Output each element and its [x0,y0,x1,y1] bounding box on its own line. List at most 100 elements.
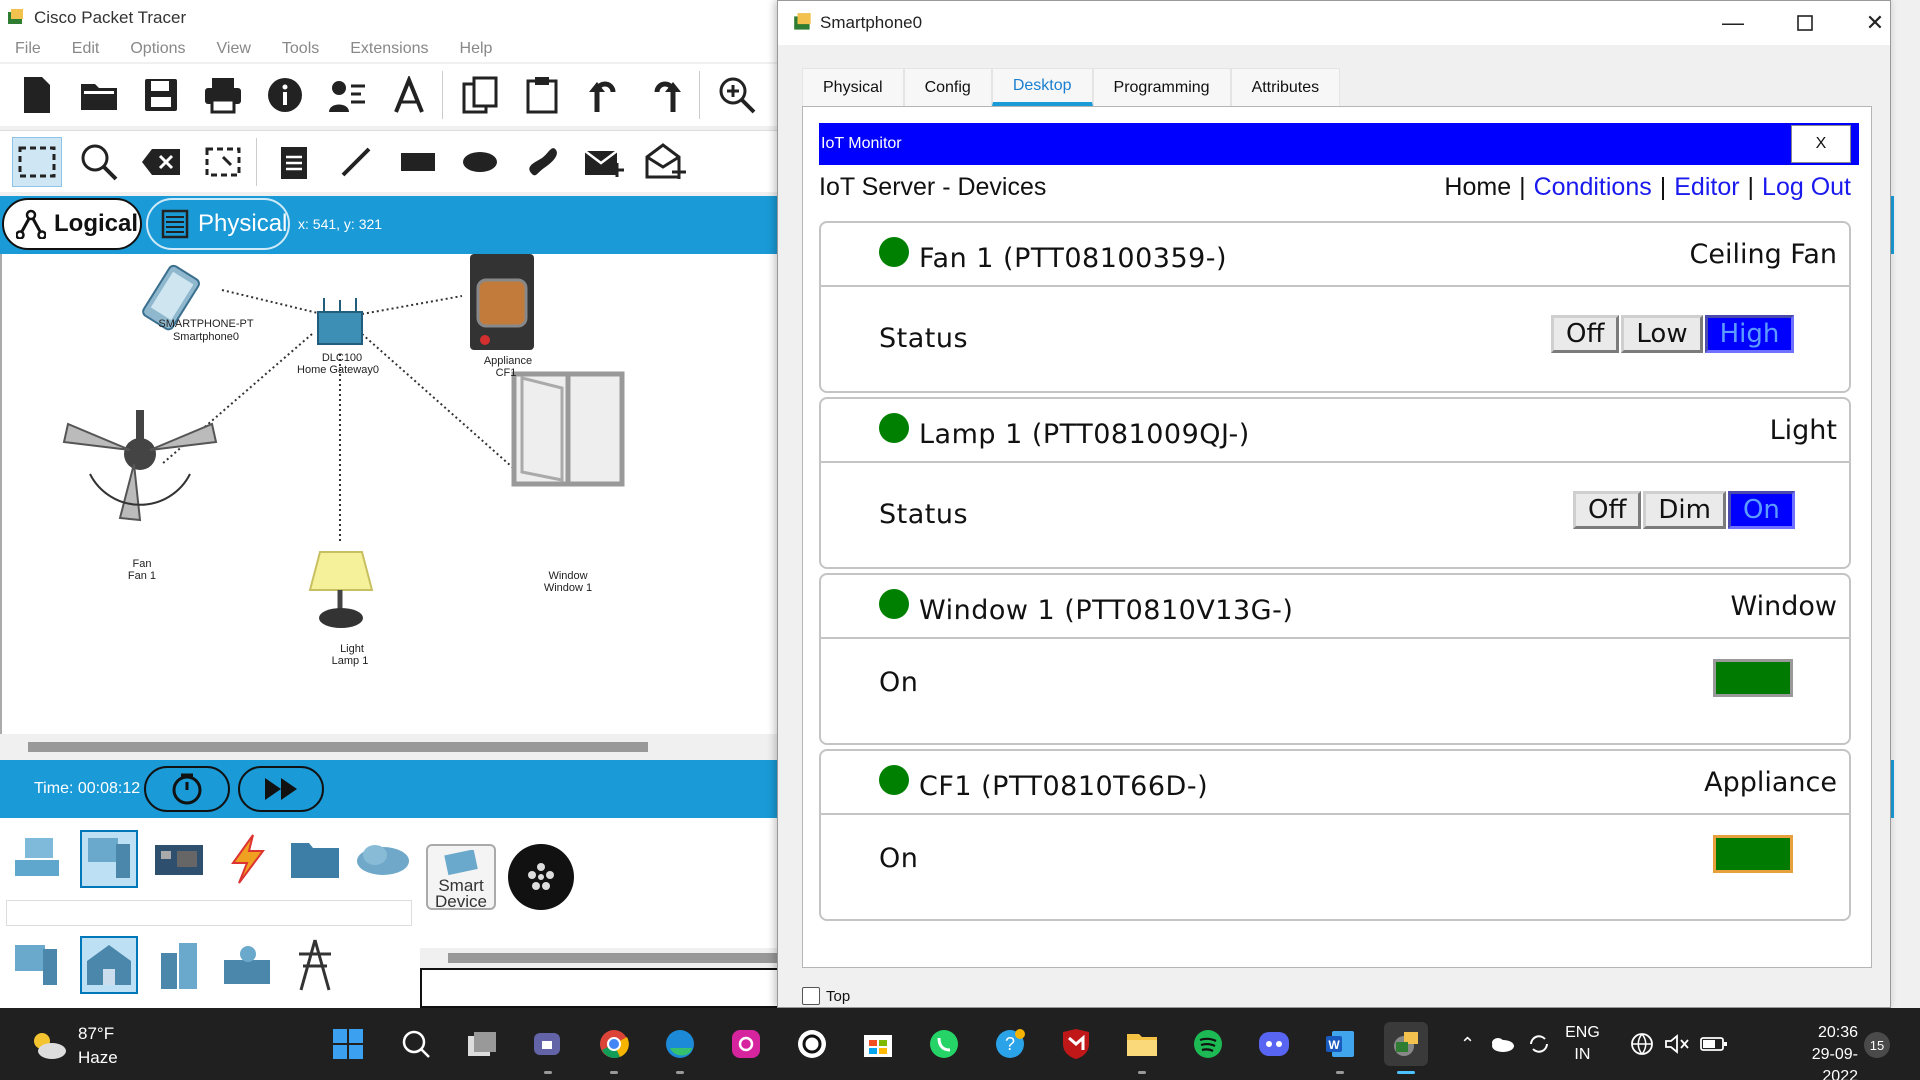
edge-icon[interactable] [658,1022,702,1074]
select-tool-icon[interactable] [12,136,62,187]
microsoft-store-icon[interactable] [856,1022,900,1066]
input-language[interactable]: ENG IN [1565,1022,1600,1066]
new-file-icon[interactable] [12,70,62,120]
menu-help[interactable]: Help [460,40,493,58]
scrollbar-thumb[interactable] [28,742,648,752]
print-icon[interactable] [198,70,248,120]
task-view-icon[interactable] [460,1022,504,1066]
network-globe-icon[interactable] [1630,1032,1654,1056]
smart-device-button[interactable]: Smart Device [426,844,496,910]
device-card-header[interactable]: CF1 (PTT0810T66D-) Appliance [821,751,1849,815]
miscellaneous-icon[interactable] [286,830,344,888]
home-category-icon[interactable] [80,936,138,994]
info-icon[interactable] [260,70,310,120]
menu-view[interactable]: View [217,40,251,58]
notification-badge[interactable]: 15 [1864,1032,1890,1058]
nav-logout-link[interactable]: Log Out [1762,173,1851,201]
start-button[interactable] [326,1022,370,1066]
workspace-horizontal-scrollbar[interactable] [0,734,780,760]
chrome-icon[interactable] [592,1022,636,1074]
top-checkbox[interactable] [802,987,820,1005]
lamp-on-button[interactable]: On [1727,491,1795,529]
device-list-scrollbar[interactable] [420,948,780,968]
word-icon[interactable]: W [1318,1022,1362,1074]
maximize-icon[interactable] [1790,9,1820,37]
fan-high-button[interactable]: High [1704,315,1795,353]
window-on-toggle[interactable] [1713,659,1793,697]
activity-wizard-icon[interactable] [384,70,434,120]
industrial-icon[interactable] [218,936,276,994]
pc-category-icon[interactable] [8,936,66,994]
connections-icon[interactable] [218,830,276,888]
physical-mode-button[interactable]: Physical [146,198,290,250]
appliance-on-toggle[interactable] [1713,835,1793,873]
add-complex-pdu-icon[interactable] [641,137,691,187]
fan-low-button[interactable]: Low [1621,315,1703,353]
weather-widget[interactable]: 87°F Haze [28,1022,118,1070]
get-help-icon[interactable]: ? [988,1022,1032,1066]
tab-desktop[interactable]: Desktop [991,68,1093,106]
save-icon[interactable] [136,70,186,120]
smart-city-icon[interactable] [150,936,208,994]
lamp-dim-button[interactable]: Dim [1643,491,1726,529]
menu-tools[interactable]: Tools [282,40,319,58]
paste-icon[interactable] [517,70,567,120]
network-devices-icon[interactable] [8,830,66,888]
system-clock[interactable]: 20:36 29-09-2022 [1778,1022,1858,1080]
minimize-icon[interactable]: — [1718,9,1748,37]
nav-home[interactable]: Home [1444,173,1511,201]
freeform-icon[interactable] [517,137,567,187]
tab-physical[interactable]: Physical [802,68,904,106]
packet-tracer-taskbar-icon[interactable] [1384,1022,1428,1074]
open-folder-icon[interactable] [74,70,124,120]
show-hidden-icons[interactable]: ⌃ [1460,1034,1475,1055]
close-icon[interactable]: ✕ [1860,9,1890,37]
search-icon[interactable] [394,1022,438,1066]
fan-off-button[interactable]: Off [1551,315,1620,353]
scrollbar-thumb[interactable] [448,953,778,963]
file-explorer-icon[interactable] [1120,1022,1164,1074]
sync-icon[interactable] [1527,1032,1551,1056]
copy-icon[interactable] [455,70,505,120]
onedrive-icon[interactable] [1489,1035,1515,1053]
menu-options[interactable]: Options [130,40,185,58]
draw-line-icon[interactable] [331,137,381,187]
undo-icon[interactable] [579,70,629,120]
redo-icon[interactable] [641,70,691,120]
whatsapp-icon[interactable] [922,1022,966,1066]
menu-file[interactable]: File [15,40,41,58]
nav-editor-link[interactable]: Editor [1674,173,1739,201]
nav-conditions-link[interactable]: Conditions [1534,173,1652,201]
battery-icon[interactable] [1699,1036,1728,1052]
device-card-header[interactable]: Lamp 1 (PTT081009QJ-) Light [821,399,1849,463]
device-search-box[interactable] [6,900,412,926]
volume-muted-icon[interactable] [1664,1033,1690,1055]
tab-attributes[interactable]: Attributes [1230,68,1341,106]
tab-config[interactable]: Config [903,68,992,106]
add-simple-pdu-icon[interactable] [579,137,629,187]
tab-programming[interactable]: Programming [1092,68,1231,106]
inspect-icon[interactable] [74,137,124,187]
components-icon[interactable] [150,830,208,888]
fast-forward-button[interactable] [238,766,324,812]
spotify-icon[interactable] [1186,1022,1230,1066]
discord-icon[interactable] [1252,1022,1296,1066]
mcafee-icon[interactable] [1054,1022,1098,1066]
sensor-device-icon[interactable] [508,844,574,910]
menu-extensions[interactable]: Extensions [350,40,428,58]
iot-close-button[interactable]: X [1791,125,1851,163]
logical-mode-button[interactable]: Logical [2,198,142,250]
reset-time-button[interactable] [144,766,230,812]
menu-edit[interactable]: Edit [72,40,100,58]
instagram-icon[interactable] [724,1022,768,1066]
teams-chat-icon[interactable] [526,1022,570,1074]
multiuser-cloud-icon[interactable] [354,830,412,888]
logical-workspace[interactable]: SMARTPHONE-PT Smartphone0 DLC100 Home Ga… [0,254,780,734]
end-devices-icon[interactable] [80,830,138,888]
device-card-header[interactable]: Window 1 (PTT0810V13G-) Window [821,575,1849,639]
power-grid-icon[interactable] [286,936,344,994]
device-card-header[interactable]: Fan 1 (PTT08100359-) Ceiling Fan [821,223,1849,287]
zoom-in-icon[interactable] [712,70,762,120]
lamp-off-button[interactable]: Off [1573,491,1642,529]
draw-ellipse-icon[interactable] [455,137,505,187]
